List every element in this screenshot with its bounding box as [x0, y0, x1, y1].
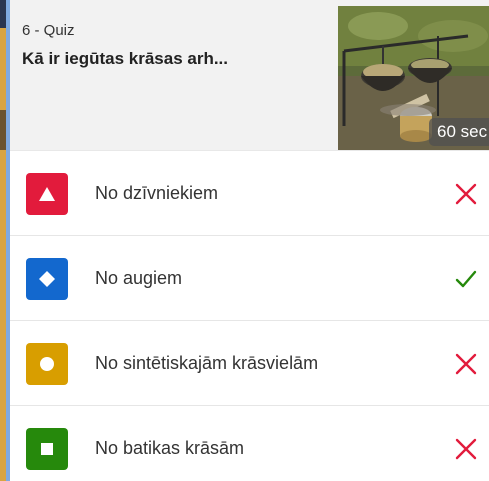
question-type-label: 6 - Quiz: [22, 22, 75, 39]
answer-text: No augiem: [95, 268, 183, 288]
answer-shape-box: [26, 343, 68, 385]
timer-badge: 60 sec: [429, 118, 489, 146]
answer-list: No dzīvniekiem No augiem No sintētiskajā…: [10, 150, 489, 481]
answer-text: No batikas krāsām: [95, 438, 245, 458]
question-header: 6 - Quiz Kā ir iegūtas krāsas arh... 60 …: [10, 0, 489, 150]
square-icon: [41, 443, 53, 455]
diamond-icon: [39, 271, 55, 287]
question-title: Kā ir iegūtas krāsas arh...: [22, 49, 228, 68]
answer-option-2[interactable]: No augiem: [10, 235, 489, 320]
incorrect-x-icon: [455, 353, 477, 375]
incorrect-x-icon: [455, 438, 477, 460]
answer-option-1[interactable]: No dzīvniekiem: [10, 150, 489, 235]
quiz-question-card[interactable]: 6 - Quiz Kā ir iegūtas krāsas arh... 60 …: [6, 0, 489, 481]
triangle-icon: [39, 187, 55, 201]
incorrect-x-icon: [455, 183, 477, 205]
question-image: 60 sec: [338, 6, 489, 150]
correct-check-icon: [455, 270, 477, 288]
circle-icon: [40, 357, 54, 371]
answer-shape-box: [26, 428, 68, 470]
answer-text: No sintētiskajām krāsvielām: [95, 353, 319, 373]
answer-shape-box: [26, 173, 68, 215]
answer-option-3[interactable]: No sintētiskajām krāsvielām: [10, 320, 489, 405]
answer-option-4[interactable]: No batikas krāsām: [10, 405, 489, 481]
answer-shape-box: [26, 258, 68, 300]
answer-text: No dzīvniekiem: [95, 183, 219, 203]
